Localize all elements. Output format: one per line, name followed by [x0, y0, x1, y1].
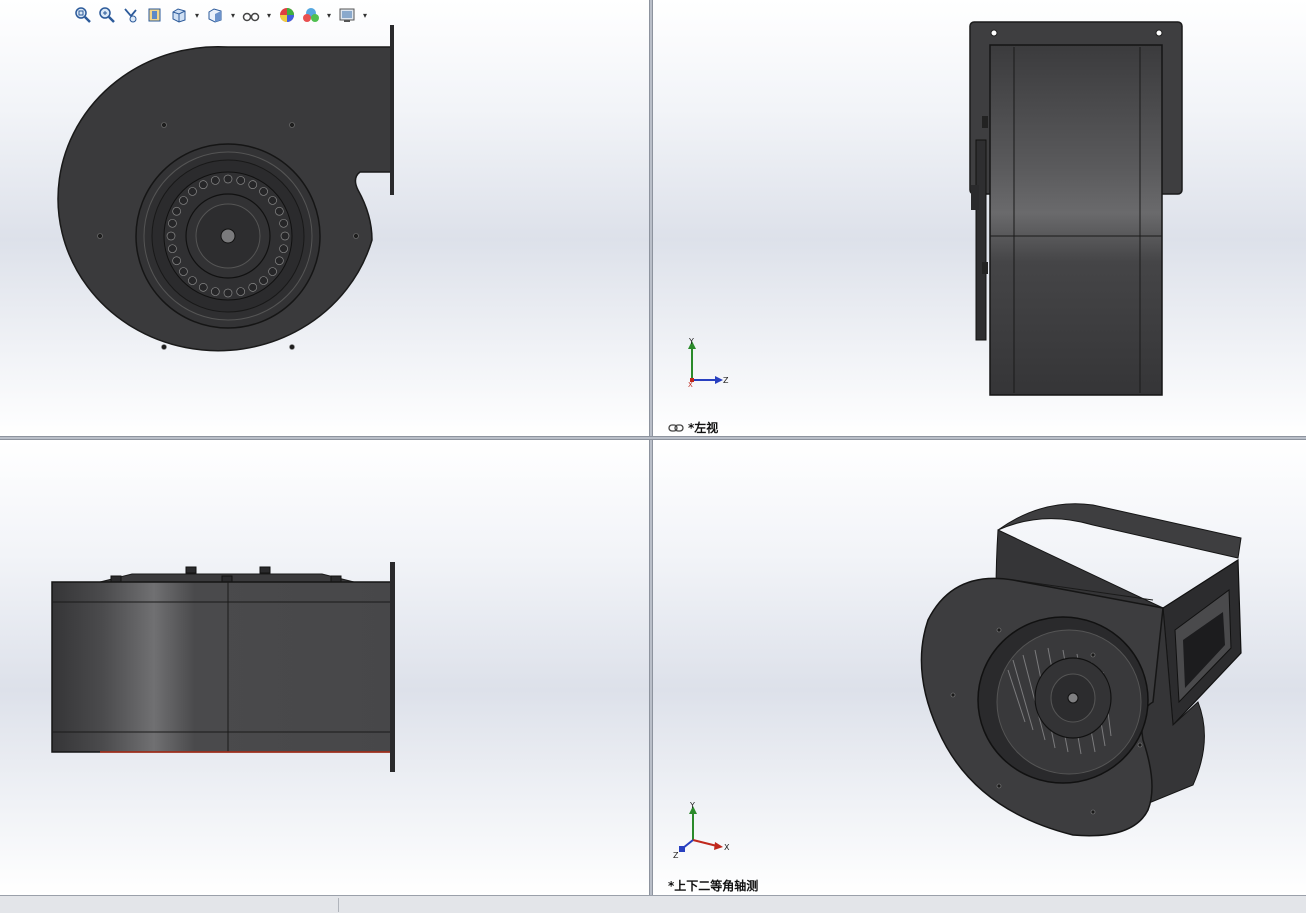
inlet-hole	[198, 283, 208, 292]
view-settings-dropdown[interactable]: ▾	[360, 4, 370, 26]
svg-text:Y: Y	[688, 337, 694, 346]
view-orientation-icon[interactable]	[168, 4, 190, 26]
coordinate-triad-iso: Y X Z	[673, 801, 730, 860]
display-style-dropdown[interactable]: ▾	[228, 4, 238, 26]
inlet-hole	[275, 206, 284, 216]
inlet-hole	[223, 288, 233, 298]
inlet-hole	[172, 206, 181, 216]
inlet-hole	[236, 176, 246, 185]
inlet-hole	[279, 218, 288, 228]
previous-view-icon[interactable]	[120, 4, 142, 26]
apply-scene-dropdown[interactable]: ▾	[324, 4, 334, 26]
edit-appearance-icon[interactable]	[276, 4, 298, 26]
hide-show-items-icon[interactable]	[240, 4, 262, 26]
inlet-hole	[259, 187, 268, 196]
blower-top-view	[51, 562, 395, 772]
apply-scene-icon[interactable]	[300, 4, 322, 26]
inlet-hole	[248, 180, 258, 189]
section-view-icon[interactable]	[144, 4, 166, 26]
inlet-hole	[168, 244, 177, 254]
inlet-hole	[168, 218, 177, 228]
viewport-front[interactable]: ▾ ▾ ▾ ▾ ▾	[0, 0, 649, 436]
view-settings-icon[interactable]	[336, 4, 358, 26]
viewport-top-view[interactable]	[0, 440, 649, 895]
viewport-splitter-vertical[interactable]	[649, 0, 653, 895]
inlet-hole	[236, 287, 246, 296]
svg-text:X: X	[688, 381, 693, 388]
inlet-hole	[172, 256, 181, 266]
zoom-to-area-icon[interactable]	[96, 4, 118, 26]
inlet-hole	[188, 187, 197, 196]
heads-up-view-toolbar: ▾ ▾ ▾ ▾ ▾	[72, 4, 370, 26]
svg-text:Y: Y	[689, 801, 695, 810]
view-orientation-dropdown[interactable]: ▾	[192, 4, 202, 26]
inlet-hole	[248, 283, 258, 292]
link-icon[interactable]	[668, 423, 684, 433]
inlet-hole	[188, 276, 197, 285]
display-style-icon[interactable]	[204, 4, 226, 26]
zoom-to-fit-icon[interactable]	[72, 4, 94, 26]
inlet-hole	[275, 256, 284, 266]
inlet-hole	[223, 174, 233, 184]
inlet-hole	[280, 231, 290, 241]
inlet-hole	[198, 180, 208, 189]
inlet-hole	[268, 267, 277, 276]
inlet-hole	[259, 276, 268, 285]
svg-text:X: X	[724, 843, 730, 852]
hide-show-items-dropdown[interactable]: ▾	[264, 4, 274, 26]
inlet-hole	[210, 176, 220, 185]
status-separator	[338, 898, 339, 912]
viewport-isometric[interactable]: Y X Z *上下二等角轴测	[653, 440, 1306, 895]
inlet-hole	[179, 267, 188, 276]
inlet-hole	[279, 244, 288, 254]
svg-text:Z: Z	[723, 376, 729, 385]
status-bar	[0, 895, 1306, 913]
inlet-hole	[268, 196, 277, 205]
blower-front-view	[57, 25, 394, 352]
svg-text:Z: Z	[673, 851, 679, 860]
view-name-label-iso: *上下二等角轴测	[668, 879, 759, 893]
view-name-text: *左视	[688, 421, 719, 435]
inlet-hole	[166, 231, 176, 241]
inlet-hole	[179, 196, 188, 205]
viewport-splitter-horizontal[interactable]	[0, 436, 1306, 440]
view-name-label: *左视	[668, 419, 718, 436]
coordinate-triad: Y Z X	[688, 337, 729, 388]
inlet-hole	[210, 287, 220, 296]
viewport-left-view[interactable]: Y Z X *左视	[653, 0, 1306, 436]
